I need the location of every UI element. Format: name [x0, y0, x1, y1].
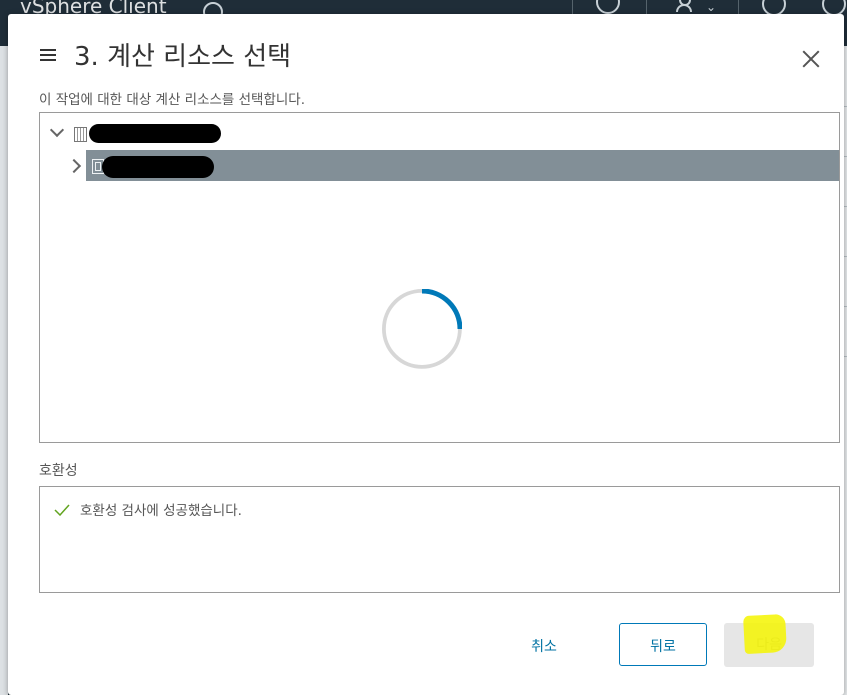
wizard-dialog: 3. 계산 리소스 선택 이 작업에 대한 대상 계산 리소스를 선택합니다. …: [8, 14, 844, 695]
compute-resource-tree: [39, 112, 840, 443]
datacenter-icon: [74, 127, 87, 142]
chevron-down-icon[interactable]: [49, 122, 65, 138]
redacted-label: [89, 124, 221, 143]
chevron-down-icon[interactable]: ⌄: [706, 0, 716, 14]
back-button[interactable]: 뒤로: [619, 623, 707, 666]
background-panel-left: [0, 46, 8, 695]
header-divider: [572, 0, 573, 14]
user-icon[interactable]: [676, 0, 692, 12]
step-description: 이 작업에 대한 대상 계산 리소스를 선택합니다.: [39, 92, 306, 108]
loading-spinner: [382, 289, 462, 369]
redacted-label: [102, 156, 214, 178]
dialog-title: 3. 계산 리소스 선택: [74, 42, 292, 72]
header-divider: [738, 0, 739, 14]
chevron-right-icon[interactable]: [66, 158, 82, 174]
compatibility-label: 호환성: [39, 463, 78, 479]
tree-node-root[interactable]: [40, 118, 839, 149]
annotation-highlight: [743, 613, 787, 655]
close-button[interactable]: [800, 48, 822, 70]
menu-icon[interactable]: [40, 49, 56, 61]
check-icon: [54, 504, 70, 516]
refresh-icon[interactable]: [596, 0, 620, 14]
header-divider: [646, 0, 647, 14]
tree-node-cluster[interactable]: [40, 150, 839, 181]
cancel-button[interactable]: 취소: [522, 623, 566, 667]
compatibility-message: 호환성 검사에 성공했습니다.: [80, 503, 242, 519]
compatibility-panel: 호환성 검사에 성공했습니다.: [39, 486, 840, 593]
